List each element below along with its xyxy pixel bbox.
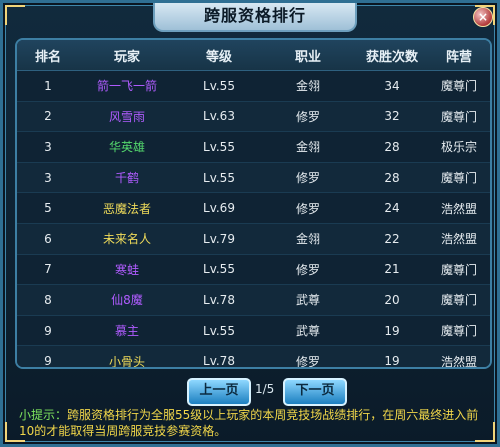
cell-level: Lv.55 [203,170,235,185]
table-body: 1 箭一飞一箭 Lv.55 金翎 34 魔尊门 2 风雪雨 Lv.63 修罗 32 魔尊门 3 华英雄 Lv… [17,71,490,369]
tip-text: 小提示：跨服资格排行为全服55级以上玩家的本周竞技场战绩排行，在周六最终进入前1… [19,407,489,439]
cell-faction: 魔尊门 [440,262,477,277]
cell-wins: 32 [384,109,400,124]
cell-class: 金翎 [295,79,320,94]
cell-class: 武尊 [295,293,320,308]
cell-faction: 魔尊门 [440,171,477,186]
tip-body: 跨服资格排行为全服55级以上玩家的本周竞技场战绩排行，在周六最终进入前10的才能… [19,408,479,438]
header-wins: 获胜次数 [365,49,418,65]
cell-level: Lv.69 [203,201,235,216]
cell-level: Lv.55 [203,323,235,338]
page-indicator: 1/5 [255,382,275,396]
cell-wins: 19 [384,354,400,369]
cell-level: Lv.78 [203,354,235,369]
next-page-button[interactable]: 下一页 [283,378,347,406]
cell-player[interactable]: 风雪雨 [79,108,175,125]
cell-wins: 28 [384,139,400,154]
cell-player[interactable]: 千鹤 [79,169,175,186]
cell-rank: 3 [44,170,52,185]
ranking-table: 排名 玩家 等级 职业 获胜次数 阵营 1 箭一飞一箭 Lv.55 金翎 34 魔尊门 2 风… [15,38,492,369]
table-row[interactable]: 2 风雪雨 Lv.63 修罗 32 魔尊门 [17,101,490,133]
cell-faction: 浩然盟 [440,354,477,369]
cell-player[interactable]: 箭一飞一箭 [79,77,175,94]
header-class: 职业 [294,49,321,65]
cell-wins: 28 [384,170,400,185]
cell-rank: 9 [44,323,52,338]
table-row[interactable]: 3 华英雄 Lv.55 金翎 28 极乐宗 [17,132,490,163]
cell-class: 修罗 [295,354,320,369]
cell-rank: 7 [44,262,52,277]
cell-wins: 21 [384,262,400,277]
cell-rank: 9 [44,354,52,369]
cell-rank: 6 [44,231,52,246]
table-row[interactable]: 8 仙8魔 Lv.78 武尊 20 魔尊门 [17,285,490,316]
header-player: 玩家 [113,49,140,65]
cell-rank: 8 [44,292,52,307]
cell-player[interactable]: 寒蛙 [79,261,175,278]
cell-level: Lv.55 [203,139,235,154]
cell-rank: 5 [44,201,52,216]
header-faction: 阵营 [445,49,472,65]
table-header-row: 排名 玩家 等级 职业 获胜次数 阵营 [17,40,490,71]
cell-wins: 24 [384,201,400,216]
cell-class: 金翎 [295,232,320,247]
close-button[interactable]: × [473,7,493,27]
cell-level: Lv.55 [203,262,235,277]
table-row[interactable]: 7 寒蛙 Lv.55 修罗 21 魔尊门 [17,254,490,286]
prev-page-button[interactable]: 上一页 [187,378,251,406]
cell-player[interactable]: 华英雄 [79,138,175,155]
cell-level: Lv.78 [203,292,235,307]
cell-level: Lv.63 [203,109,235,124]
table-row[interactable]: 5 恶魔法者 Lv.69 修罗 24 浩然盟 [17,193,490,224]
cell-faction: 魔尊门 [440,109,477,124]
cell-faction: 浩然盟 [440,232,477,247]
cell-level: Lv.55 [203,78,235,93]
header-level: 等级 [205,49,232,65]
cell-player[interactable]: 恶魔法者 [79,200,175,217]
cell-faction: 极乐宗 [440,140,477,155]
ranking-window: 跨服资格排行 × 排名 玩家 等级 职业 获胜次数 阵营 1 箭一飞一箭 Lv.55… [0,0,500,447]
cell-class: 修罗 [295,262,320,277]
table-row[interactable]: 1 箭一飞一箭 Lv.55 金翎 34 魔尊门 [17,71,490,102]
cell-rank: 1 [44,78,52,93]
cell-faction: 魔尊门 [440,293,477,308]
header-rank: 排名 [34,49,61,65]
corner-ornament [5,5,25,25]
cell-wins: 19 [384,323,400,338]
cell-class: 修罗 [295,171,320,186]
cell-faction: 魔尊门 [440,79,477,94]
table-row[interactable]: 9 慕主 Lv.55 武尊 19 魔尊门 [17,315,490,347]
cell-rank: 2 [44,109,52,124]
table-row[interactable]: 6 未来名人 Lv.79 金翎 22 浩然盟 [17,223,490,255]
cell-player[interactable]: 未来名人 [79,230,175,247]
cell-wins: 20 [384,292,400,307]
tip-prefix: 小提示： [19,408,68,422]
cell-faction: 浩然盟 [440,201,477,216]
cell-class: 金翎 [295,140,320,155]
cell-level: Lv.79 [203,231,235,246]
cell-player[interactable]: 仙8魔 [79,291,175,308]
cell-rank: 3 [44,139,52,154]
window-title: 跨服资格排行 [153,3,357,32]
cell-wins: 22 [384,231,400,246]
cell-faction: 魔尊门 [440,324,477,339]
table-row[interactable]: 3 千鹤 Lv.55 修罗 28 魔尊门 [17,162,490,194]
cell-player[interactable]: 慕主 [79,322,175,339]
cell-class: 修罗 [295,109,320,124]
table-row[interactable]: 9 小骨头 Lv.78 修罗 19 浩然盟 [17,346,490,369]
cell-class: 武尊 [295,324,320,339]
cell-player[interactable]: 小骨头 [79,353,175,367]
pagination: 上一页 1/5 下一页 [3,378,500,406]
cell-wins: 34 [384,78,400,93]
cell-class: 修罗 [295,201,320,216]
